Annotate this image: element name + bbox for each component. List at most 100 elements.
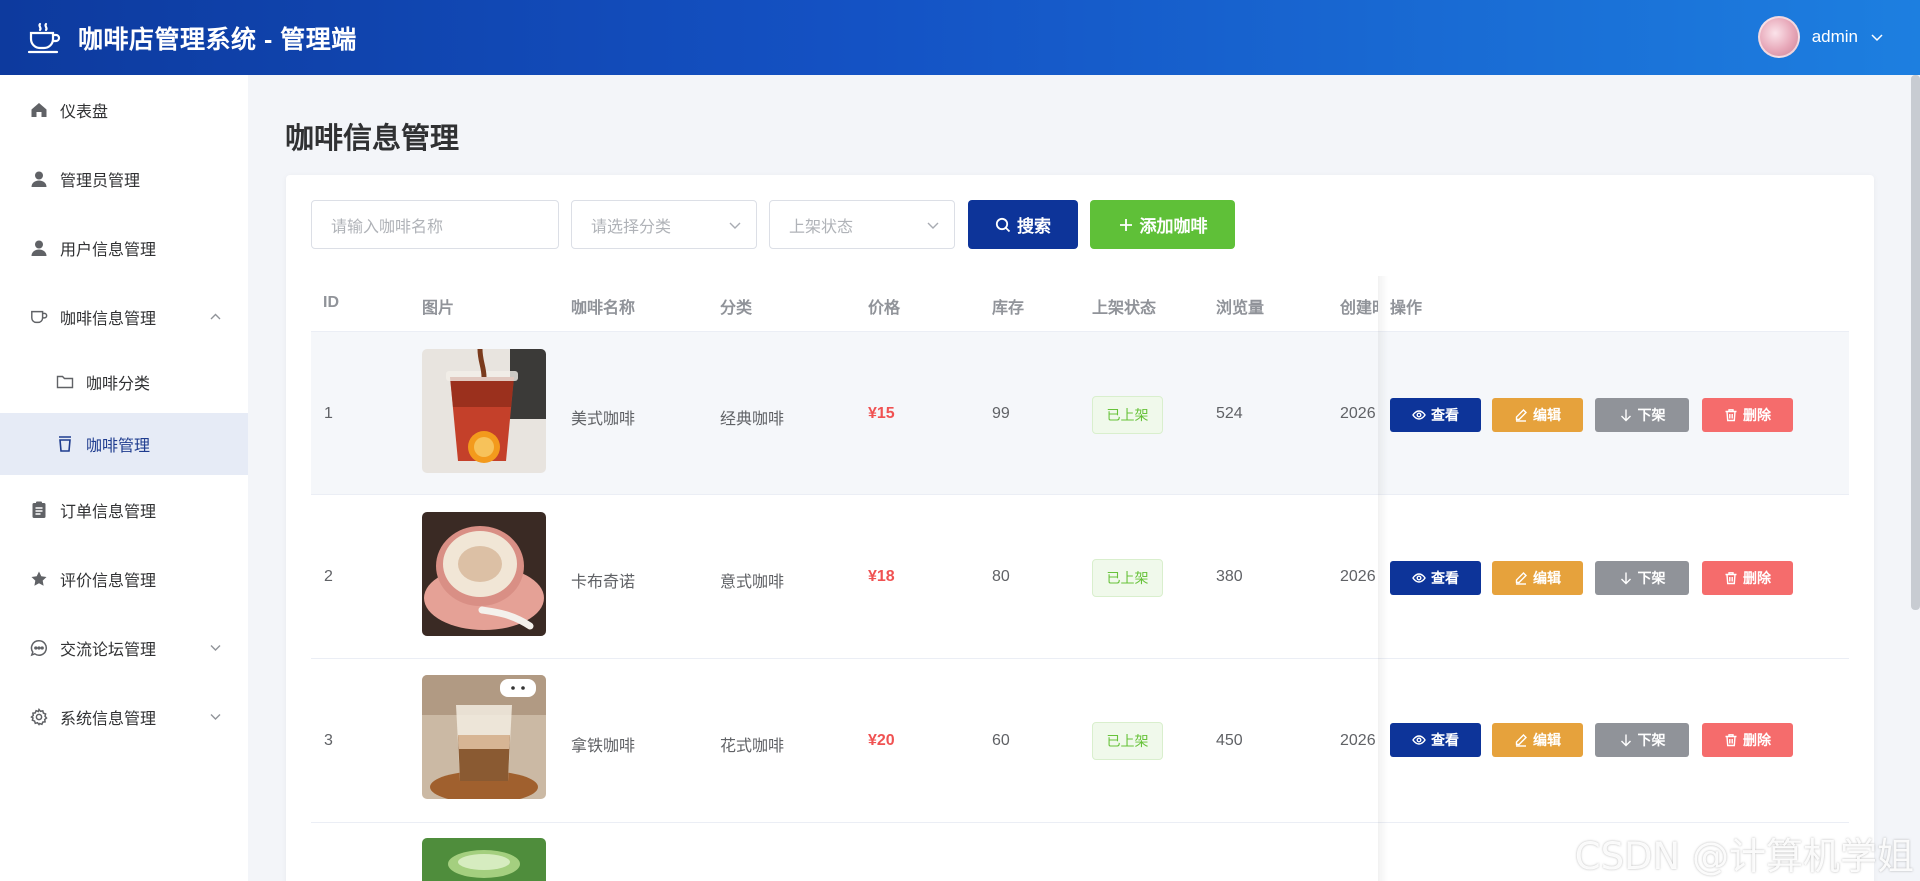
user-icon xyxy=(30,239,48,257)
takedown-button[interactable]: 下架 xyxy=(1595,723,1689,757)
sidebar-item-system[interactable]: 系统信息管理 xyxy=(0,682,248,751)
sidebar-item-label: 管理员管理 xyxy=(60,172,141,190)
view-button[interactable]: 查看 xyxy=(1390,398,1481,432)
category-placeholder: 请选择分类 xyxy=(591,218,672,236)
edit-label: 编辑 xyxy=(1533,570,1561,586)
chevron-down-icon xyxy=(926,218,940,232)
sidebar-item-label: 用户信息管理 xyxy=(60,241,157,259)
cell-views: 450 xyxy=(1216,732,1243,749)
chevron-up-icon[interactable] xyxy=(209,310,222,323)
view-button[interactable]: 查看 xyxy=(1390,561,1481,595)
chevron-down-icon[interactable] xyxy=(1870,30,1884,44)
delete-button[interactable]: 删除 xyxy=(1702,723,1793,757)
edit-button[interactable]: 编辑 xyxy=(1492,561,1583,595)
takedown-button[interactable]: 下架 xyxy=(1595,561,1689,595)
page-scrollbar[interactable] xyxy=(1911,75,1920,610)
column-header-image: 图片 xyxy=(422,300,455,317)
user-menu[interactable]: admin xyxy=(1757,16,1884,58)
cell-category: 经典咖啡 xyxy=(720,411,785,428)
cell-category: 意式咖啡 xyxy=(720,574,785,591)
status-select[interactable]: 上架状态 xyxy=(769,200,955,249)
cell-created: 2026 xyxy=(1340,732,1376,749)
status-badge: 已上架 xyxy=(1092,559,1163,597)
cell-price: ¥15 xyxy=(868,405,895,422)
edit-label: 编辑 xyxy=(1533,732,1561,748)
category-select[interactable]: 请选择分类 xyxy=(571,200,757,249)
top-header: 咖啡店管理系统 - 管理端 admin xyxy=(0,0,1920,75)
column-header-actions: 操作 xyxy=(1390,300,1423,317)
sidebar-item-orders[interactable]: 订单信息管理 xyxy=(0,475,248,544)
column-header-id: ID xyxy=(323,294,339,311)
watermark: CSDN @计算机学姐 xyxy=(1574,835,1914,878)
edit-button[interactable]: 编辑 xyxy=(1492,723,1583,757)
status-badge: 已上架 xyxy=(1092,396,1163,434)
cell-stock: 60 xyxy=(992,732,1010,749)
edit-icon xyxy=(1515,734,1527,747)
chat-icon xyxy=(30,639,48,657)
cell-id: 1 xyxy=(324,405,333,422)
takedown-button[interactable]: 下架 xyxy=(1595,398,1689,432)
search-icon xyxy=(995,217,1011,232)
sidebar-item-forum[interactable]: 交流论坛管理 xyxy=(0,613,248,682)
edit-button[interactable]: 编辑 xyxy=(1492,398,1583,432)
chevron-down-icon xyxy=(728,218,742,232)
sidebar-item-label: 咖啡信息管理 xyxy=(60,310,157,328)
home-icon xyxy=(30,101,48,119)
avatar[interactable] xyxy=(1757,16,1800,58)
cell-views: 380 xyxy=(1216,568,1243,585)
column-header-name: 咖啡名称 xyxy=(571,300,636,317)
column-header-category: 分类 xyxy=(720,300,753,317)
delete-button[interactable]: 删除 xyxy=(1702,561,1793,595)
delete-label: 删除 xyxy=(1743,732,1771,748)
coffee-image-americano xyxy=(422,349,546,473)
delete-button[interactable]: 删除 xyxy=(1702,398,1793,432)
search-label: 搜索 xyxy=(1017,217,1051,236)
arrow-down-icon xyxy=(1620,734,1631,747)
cell-id: 2 xyxy=(324,568,333,585)
cell-category: 花式咖啡 xyxy=(720,738,785,755)
sidebar-item-users[interactable]: 用户信息管理 xyxy=(0,213,248,282)
sidebar-item-reviews[interactable]: 评价信息管理 xyxy=(0,544,248,613)
trash-icon xyxy=(1725,734,1737,747)
coffee-name-placeholder: 请输入咖啡名称 xyxy=(331,218,444,236)
sidebar-item-coffee-category[interactable]: 咖啡分类 xyxy=(0,351,248,413)
sidebar-item-label: 仪表盘 xyxy=(60,103,109,121)
cell-stock: 99 xyxy=(992,405,1010,422)
sidebar-item-label: 评价信息管理 xyxy=(60,572,157,590)
takedown-label: 下架 xyxy=(1637,732,1666,748)
app-title: 咖啡店管理系统 - 管理端 xyxy=(78,25,357,54)
cell-created: 2026 xyxy=(1340,568,1376,585)
sidebar-item-coffee-info[interactable]: 咖啡信息管理 xyxy=(0,282,248,351)
chevron-down-icon[interactable] xyxy=(209,641,222,654)
view-label: 查看 xyxy=(1431,570,1459,586)
sidebar-item-label: 系统信息管理 xyxy=(60,710,157,728)
column-header-created: 创建时 xyxy=(1340,300,1378,317)
folder-icon xyxy=(56,373,74,391)
takedown-label: 下架 xyxy=(1637,570,1666,586)
cell-stock: 80 xyxy=(992,568,1010,585)
coffee-name-input[interactable]: 请输入咖啡名称 xyxy=(311,200,559,249)
coffee-logo-icon xyxy=(26,19,64,57)
search-button[interactable]: 搜索 xyxy=(968,200,1078,249)
sidebar-item-label: 交流论坛管理 xyxy=(60,641,157,659)
sidebar-item-dashboard[interactable]: 仪表盘 xyxy=(0,75,248,144)
add-coffee-button[interactable]: 添加咖啡 xyxy=(1090,200,1235,249)
add-label: 添加咖啡 xyxy=(1139,217,1208,236)
sidebar-item-admin[interactable]: 管理员管理 xyxy=(0,144,248,213)
chevron-down-icon[interactable] xyxy=(209,710,222,723)
eye-icon xyxy=(1412,410,1426,420)
username[interactable]: admin xyxy=(1812,27,1858,47)
trash-icon xyxy=(1725,409,1737,422)
sidebar-item-label: 咖啡分类 xyxy=(86,376,151,393)
sidebar-item-coffee-manage[interactable]: 咖啡管理 xyxy=(0,413,248,475)
view-button[interactable]: 查看 xyxy=(1390,723,1481,757)
trash-icon xyxy=(1725,572,1737,585)
status-badge: 已上架 xyxy=(1092,722,1163,760)
clipboard-icon xyxy=(30,501,48,519)
sidebar: 仪表盘 管理员管理 用户信息管理 咖啡信息管理 咖啡分类 咖啡管理 订单信息管理… xyxy=(0,75,248,881)
coffee-image-cappuccino xyxy=(422,512,546,636)
fixed-column-shadow xyxy=(1378,276,1388,881)
cup-icon xyxy=(56,435,74,453)
user-icon xyxy=(30,170,48,188)
view-label: 查看 xyxy=(1431,407,1459,423)
